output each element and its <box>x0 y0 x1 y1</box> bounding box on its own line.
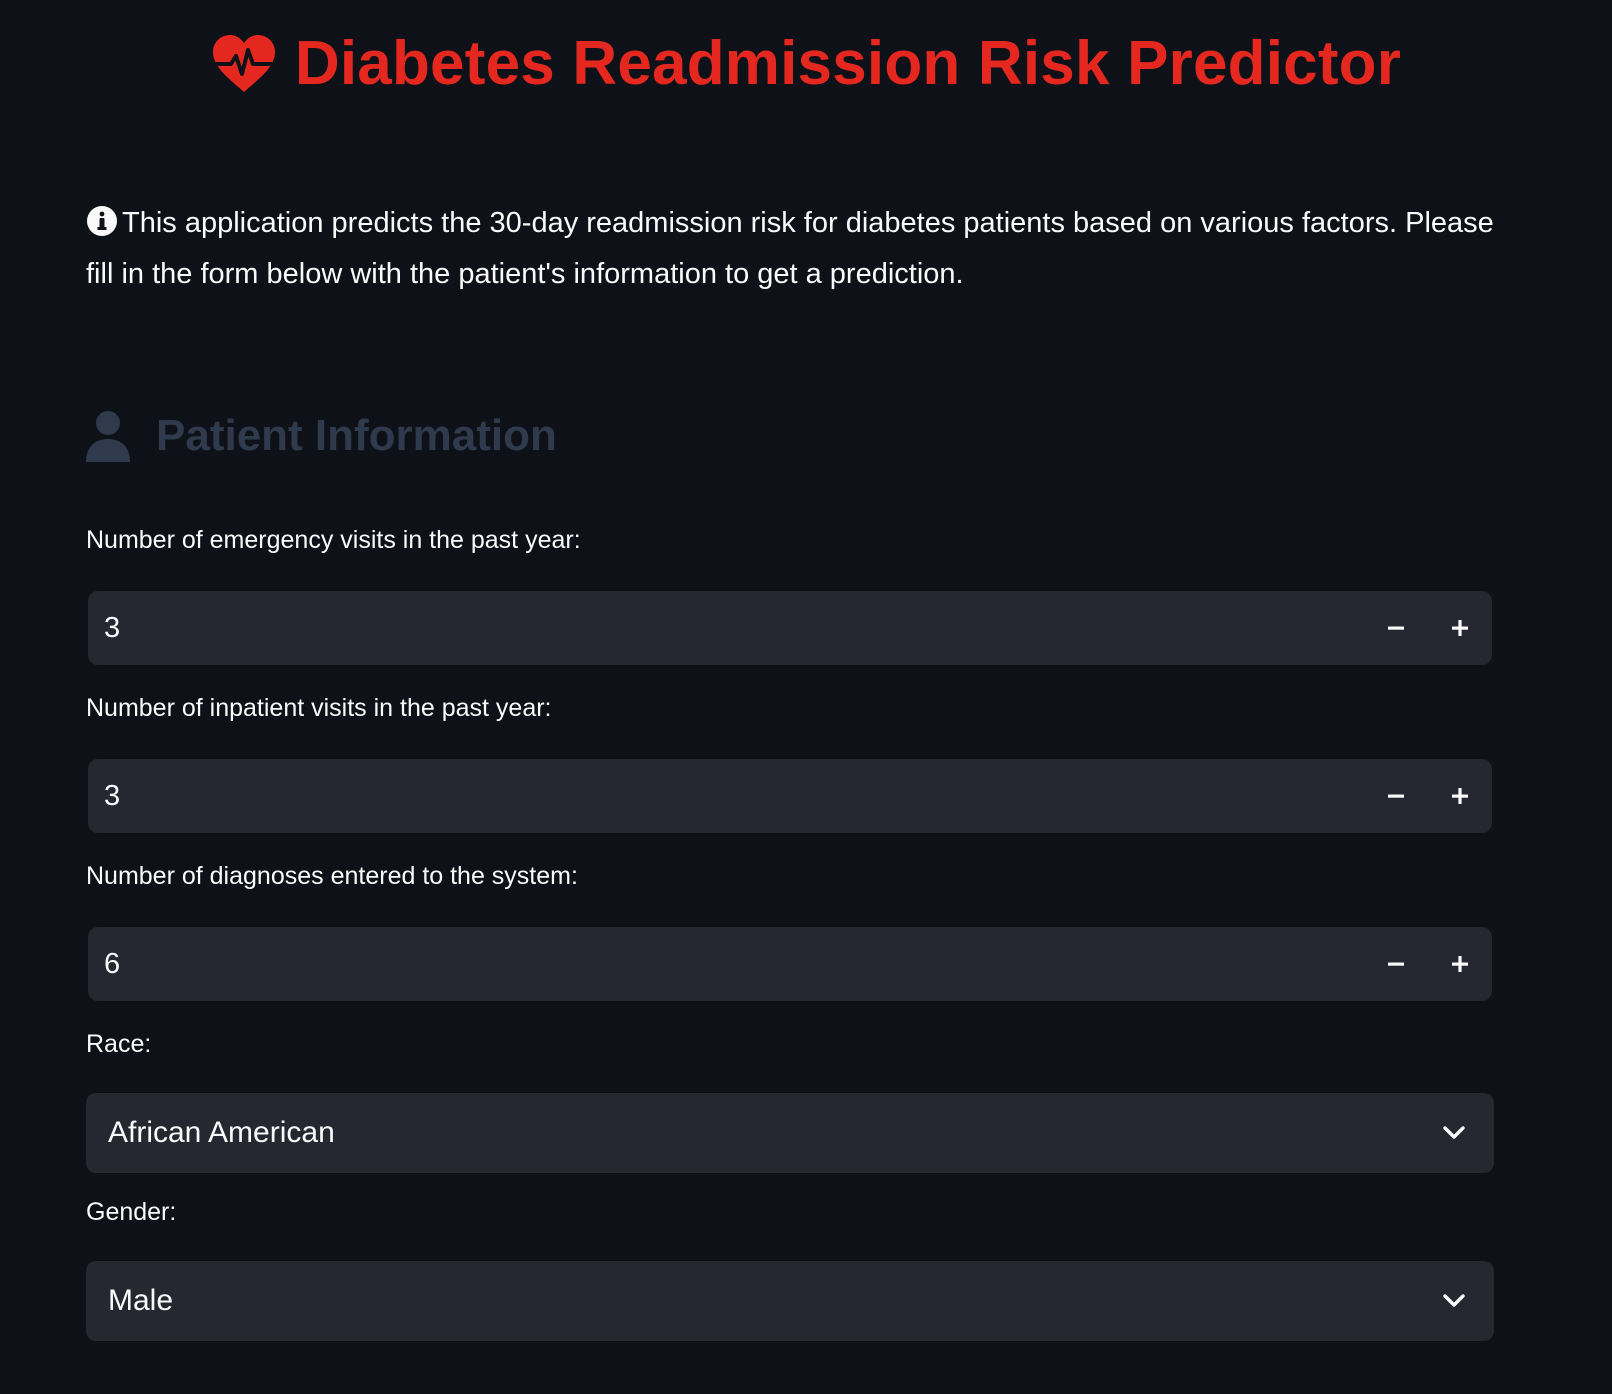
emergency-visits-input[interactable]: 3 <box>88 591 1492 665</box>
gender-label: Gender: <box>86 1198 177 1226</box>
race-select[interactable]: African American <box>86 1093 1494 1173</box>
emergency-increment-button[interactable] <box>1428 591 1492 665</box>
gender-select[interactable]: Male <box>86 1261 1494 1341</box>
intro-text: This application predicts the 30-day rea… <box>86 198 1526 300</box>
diagnoses-increment-button[interactable] <box>1428 927 1492 1001</box>
page-title: Diabetes Readmission Risk Predictor <box>0 28 1612 99</box>
emergency-visits-label: Number of emergency visits in the past y… <box>86 526 581 554</box>
person-icon <box>86 411 130 462</box>
chevron-down-icon <box>1443 1294 1465 1307</box>
intro-body: This application predicts the 30-day rea… <box>86 207 1494 290</box>
app-page: Diabetes Readmission Risk Predictor This… <box>0 0 1612 1394</box>
section-header: Patient Information <box>86 410 557 462</box>
minus-icon <box>1388 626 1404 630</box>
emergency-visits-value[interactable]: 3 <box>88 612 1364 645</box>
plus-icon <box>1452 956 1468 972</box>
diagnoses-label: Number of diagnoses entered to the syste… <box>86 862 578 890</box>
section-title: Patient Information <box>156 411 557 460</box>
race-dropdown-toggle[interactable] <box>1414 1125 1494 1141</box>
race-selected-value[interactable]: African American <box>86 1116 1414 1150</box>
app-title: Diabetes Readmission Risk Predictor <box>294 29 1402 98</box>
emergency-decrement-button[interactable] <box>1364 591 1428 665</box>
plus-icon <box>1452 788 1468 804</box>
minus-icon <box>1388 962 1404 966</box>
chevron-down-icon <box>1443 1126 1465 1139</box>
minus-icon <box>1388 794 1404 798</box>
plus-icon <box>1452 620 1468 636</box>
inpatient-visits-label: Number of inpatient visits in the past y… <box>86 694 552 722</box>
race-label: Race: <box>86 1030 152 1058</box>
gender-dropdown-toggle[interactable] <box>1414 1293 1494 1309</box>
info-icon <box>87 206 117 236</box>
inpatient-visits-value[interactable]: 3 <box>88 780 1364 813</box>
inpatient-decrement-button[interactable] <box>1364 759 1428 833</box>
diagnoses-input[interactable]: 6 <box>88 927 1492 1001</box>
gender-selected-value[interactable]: Male <box>86 1284 1414 1318</box>
inpatient-visits-input[interactable]: 3 <box>88 759 1492 833</box>
diagnoses-decrement-button[interactable] <box>1364 927 1428 1001</box>
diagnoses-value[interactable]: 6 <box>88 948 1364 981</box>
heart-pulse-icon <box>212 34 275 92</box>
inpatient-increment-button[interactable] <box>1428 759 1492 833</box>
